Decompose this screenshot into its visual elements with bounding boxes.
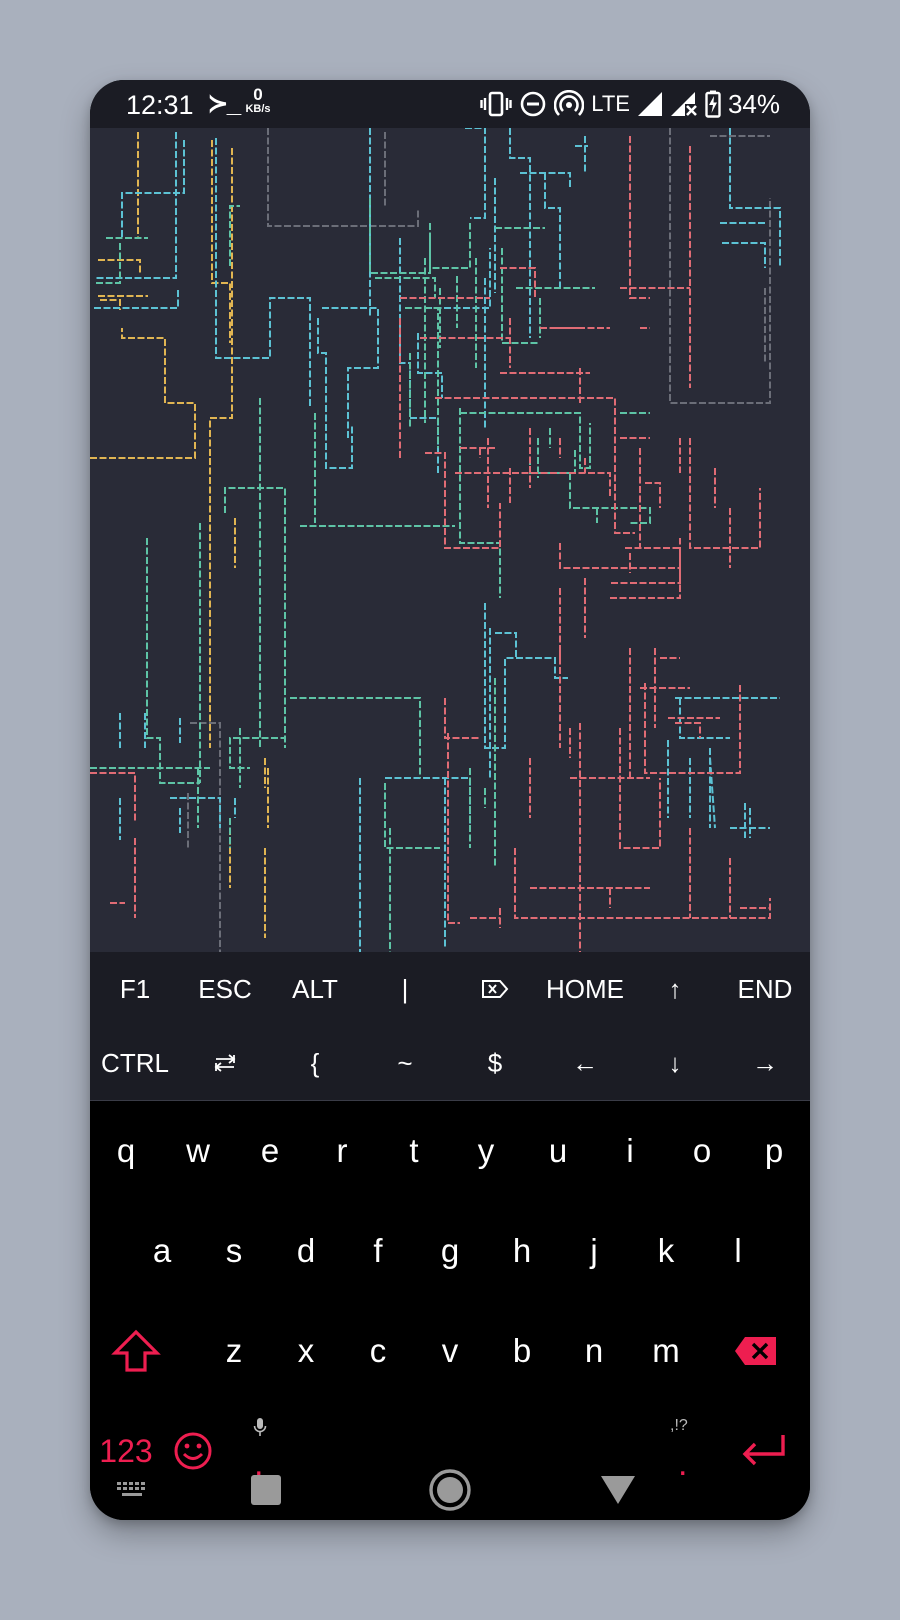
extra-keys-row-1: F1 ESC ALT | HOME ↑ END bbox=[90, 952, 810, 1026]
key-t[interactable]: t bbox=[378, 1101, 450, 1201]
terminal-notification-icon: ≻_ bbox=[207, 88, 241, 118]
key-left-brace[interactable]: { bbox=[270, 1026, 360, 1100]
key-v[interactable]: v bbox=[414, 1301, 486, 1401]
keyboard-switch-button[interactable] bbox=[102, 1460, 162, 1520]
network-speed-value: 0 bbox=[253, 85, 263, 104]
key-a[interactable]: a bbox=[126, 1201, 198, 1301]
key-m[interactable]: m bbox=[630, 1301, 702, 1401]
keyboard-row-2: a s d f g h j k l bbox=[90, 1201, 810, 1301]
vibrate-icon bbox=[480, 91, 512, 117]
key-dollar[interactable]: $ bbox=[450, 1026, 540, 1100]
period-hint: ,!? bbox=[670, 1417, 688, 1434]
key-up[interactable]: ↑ bbox=[630, 952, 720, 1026]
key-home[interactable]: HOME bbox=[540, 952, 630, 1026]
recents-button[interactable] bbox=[236, 1460, 296, 1520]
key-f[interactable]: f bbox=[342, 1201, 414, 1301]
terminal-output[interactable] bbox=[90, 128, 810, 952]
key-q[interactable]: q bbox=[90, 1101, 162, 1201]
battery-charging-icon bbox=[705, 90, 721, 118]
key-c[interactable]: c bbox=[342, 1301, 414, 1401]
soft-keyboard: q w e r t y u i o p a s d f g h j k l z … bbox=[90, 1101, 810, 1520]
key-p[interactable]: p bbox=[738, 1101, 810, 1201]
key-n[interactable]: n bbox=[558, 1301, 630, 1401]
key-end[interactable]: END bbox=[720, 952, 810, 1026]
backspace-key[interactable] bbox=[710, 1301, 802, 1401]
status-time: 12:31 bbox=[126, 90, 194, 120]
hotspot-icon bbox=[554, 90, 585, 116]
network-speed: 0 KB/s bbox=[242, 86, 274, 115]
backspace-icon bbox=[735, 1337, 776, 1365]
key-delete[interactable] bbox=[450, 952, 540, 1026]
network-speed-unit: KB/s bbox=[245, 103, 271, 115]
key-right[interactable]: → bbox=[720, 1026, 810, 1100]
home-icon bbox=[429, 1469, 471, 1511]
extra-keys-bar: F1 ESC ALT | HOME ↑ END CTRL {~ $ ← ↓ → bbox=[90, 952, 810, 1101]
key-g[interactable]: g bbox=[414, 1201, 486, 1301]
key-w[interactable]: w bbox=[162, 1101, 234, 1201]
extra-keys-row-2: CTRL { ~ $ ← ↓ → bbox=[90, 1026, 810, 1100]
key-r[interactable]: r bbox=[306, 1101, 378, 1201]
back-button[interactable] bbox=[588, 1460, 648, 1520]
keyboard-row-3: z x c v b n m bbox=[90, 1301, 810, 1401]
key-k[interactable]: k bbox=[630, 1201, 702, 1301]
network-type: LTE bbox=[591, 91, 630, 116]
status-icons: LTE 34% bbox=[480, 88, 780, 120]
key-alt[interactable]: ALT bbox=[270, 952, 360, 1026]
signal-no-data-icon bbox=[670, 92, 697, 116]
shift-key[interactable] bbox=[90, 1301, 182, 1401]
key-u[interactable]: u bbox=[522, 1101, 594, 1201]
phone-frame: 12:31 ≻_ 0 KB/s LTE 34% F1 ESC ALT | HOM… bbox=[90, 80, 810, 1520]
tab-icon bbox=[214, 1054, 236, 1072]
home-button[interactable] bbox=[414, 1460, 486, 1520]
key-d[interactable]: d bbox=[270, 1201, 342, 1301]
navigation-bar bbox=[90, 1460, 810, 1520]
pipes-animation bbox=[90, 128, 781, 952]
key-b[interactable]: b bbox=[486, 1301, 558, 1401]
signal-icon bbox=[637, 92, 662, 116]
keyboard-row-1: q w e r t y u i o p bbox=[90, 1101, 810, 1201]
key-s[interactable]: s bbox=[198, 1201, 270, 1301]
key-e[interactable]: e bbox=[234, 1101, 306, 1201]
key-y[interactable]: y bbox=[450, 1101, 522, 1201]
back-icon bbox=[601, 1476, 635, 1504]
key-tab[interactable] bbox=[180, 1026, 270, 1100]
key-pipe[interactable]: | bbox=[360, 952, 450, 1026]
keyboard-switch-icon bbox=[117, 1482, 145, 1496]
shift-icon bbox=[111, 1329, 161, 1372]
key-ctrl[interactable]: CTRL bbox=[90, 1026, 180, 1100]
key-z[interactable]: z bbox=[198, 1301, 270, 1401]
recents-icon bbox=[251, 1475, 281, 1505]
key-j[interactable]: j bbox=[558, 1201, 630, 1301]
key-left[interactable]: ← bbox=[540, 1026, 630, 1100]
delete-forward-icon bbox=[482, 980, 509, 998]
key-down[interactable]: ↓ bbox=[630, 1026, 720, 1100]
key-o[interactable]: o bbox=[666, 1101, 738, 1201]
key-x[interactable]: x bbox=[270, 1301, 342, 1401]
status-bar: 12:31 ≻_ 0 KB/s LTE 34% bbox=[90, 80, 810, 128]
key-l[interactable]: l bbox=[702, 1201, 774, 1301]
key-h[interactable]: h bbox=[486, 1201, 558, 1301]
key-i[interactable]: i bbox=[594, 1101, 666, 1201]
mic-icon bbox=[253, 1418, 267, 1436]
do-not-disturb-icon bbox=[520, 91, 546, 117]
key-f1[interactable]: F1 bbox=[90, 952, 180, 1026]
key-tilde[interactable]: ~ bbox=[360, 1026, 450, 1100]
key-esc[interactable]: ESC bbox=[180, 952, 270, 1026]
battery-percent: 34% bbox=[727, 88, 780, 119]
